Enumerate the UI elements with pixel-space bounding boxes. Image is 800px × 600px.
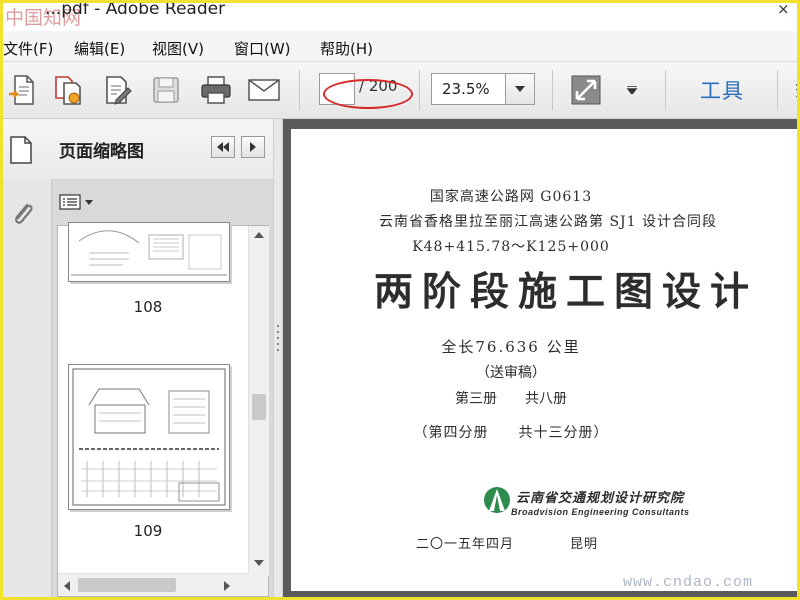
toolbar-more-dropdown[interactable]	[615, 73, 649, 107]
zoom-value: 23.5%	[442, 80, 490, 98]
play-right-icon[interactable]	[241, 136, 265, 158]
menu-window[interactable]: 窗口(W)	[234, 38, 291, 59]
doc-line-network: 国家高速公路网 G0613	[429, 189, 593, 205]
thumbnail-page-109[interactable]	[68, 364, 230, 510]
doc-line-project: 云南省香格里拉至丽江高速公路第 SJ1 设计合同段	[379, 214, 718, 230]
panel-header: 页面缩略图	[3, 119, 273, 180]
splitter-grip	[277, 325, 279, 327]
zoom-select[interactable]: 23.5%	[431, 73, 535, 105]
paperclip-icon[interactable]	[9, 197, 35, 237]
doc-line-mileage: K48+415.78～K125+000	[412, 239, 610, 255]
chevron-down-icon[interactable]	[505, 74, 534, 104]
navigation-rail	[3, 179, 52, 597]
doc-line-draft: （送审稿）	[476, 365, 546, 381]
doc-line-subvolume: （第四分册 共十三分册）	[413, 425, 609, 441]
create-pdf-icon[interactable]	[5, 73, 39, 107]
splitter-grip	[277, 337, 279, 339]
splitter-grip	[277, 349, 279, 351]
thumbnails-horizontal-scrollbar[interactable]	[58, 573, 248, 596]
thumbnail-label-108: 108	[133, 298, 163, 316]
institute-logo-icon	[483, 484, 511, 516]
institute-name-cn: 云南省交通规划设计研究院	[516, 491, 685, 506]
document-view[interactable]: 国家高速公路网 G0613 云南省香格里拉至丽江高速公路第 SJ1 设计合同段 …	[283, 119, 797, 597]
scrollbar-thumb[interactable]	[252, 394, 266, 420]
scrollbar-corner	[248, 574, 268, 596]
doc-line-date: 二〇一五年四月 昆明	[415, 537, 598, 552]
thumbnails-icon	[9, 133, 35, 169]
combine-files-icon[interactable]	[51, 73, 85, 107]
doc-line-length: 全长76.636 公里	[441, 338, 581, 356]
email-icon[interactable]	[247, 73, 281, 107]
sign-button[interactable]: 签	[795, 76, 797, 102]
menu-file[interactable]: 文件(F)	[3, 38, 53, 59]
doc-title: 两阶段施工图设计	[374, 269, 759, 315]
toolbar-separator	[777, 70, 778, 110]
toolbar-separator	[299, 70, 300, 110]
toolbar-separator	[552, 70, 553, 110]
doc-line-volume: 第三册 共八册	[455, 391, 567, 407]
document-page: 国家高速公路网 G0613 云南省香格里拉至丽江高速公路第 SJ1 设计合同段 …	[291, 129, 797, 591]
menu-view[interactable]: 视图(V)	[152, 38, 204, 59]
splitter-grip	[277, 343, 279, 345]
thumbnail-page-108[interactable]	[68, 222, 230, 282]
scrollbar-thumb[interactable]	[78, 578, 176, 592]
tools-button[interactable]: 工具	[700, 75, 744, 105]
window-title: ...pdf - Adobe Reader	[45, 0, 226, 19]
thumbnail-label-109: 109	[133, 522, 163, 540]
toolbar-separator	[665, 70, 666, 110]
page-count-highlight	[323, 79, 413, 109]
thumbnails-vertical-scrollbar[interactable]	[248, 226, 269, 576]
menu-edit[interactable]: 编辑(E)	[74, 38, 125, 59]
menu-help[interactable]: 帮助(H)	[320, 38, 373, 59]
toolbar-separator	[419, 70, 420, 110]
app-window: 中国知网 ...pdf - Adobe Reader × 文件(F) 编辑(E)…	[0, 0, 800, 600]
save-icon[interactable]	[149, 73, 183, 107]
thumbnails-list: 108 109	[57, 222, 269, 597]
collapse-panel-button[interactable]	[211, 136, 235, 158]
title-bar: 中国知网 ...pdf - Adobe Reader ×	[3, 0, 797, 32]
print-icon[interactable]	[199, 73, 233, 107]
window-close-button[interactable]: ×	[777, 3, 790, 18]
panel-splitter[interactable]	[273, 119, 283, 597]
site-watermark: www.cndao.com	[623, 574, 754, 591]
fit-page-icon[interactable]	[569, 73, 603, 107]
panel-title: 页面缩略图	[59, 142, 144, 162]
menu-bar: 文件(F) 编辑(E) 视图(V) 窗口(W) 帮助(H)	[3, 31, 797, 62]
edit-form-icon[interactable]	[101, 73, 135, 107]
thumbnail-options-button[interactable]	[59, 191, 99, 213]
thumbnails-panel: 页面缩略图 108 109	[3, 119, 273, 597]
institute-name-en: Broadvision Engineering Consultants	[511, 507, 690, 517]
splitter-grip	[277, 331, 279, 333]
